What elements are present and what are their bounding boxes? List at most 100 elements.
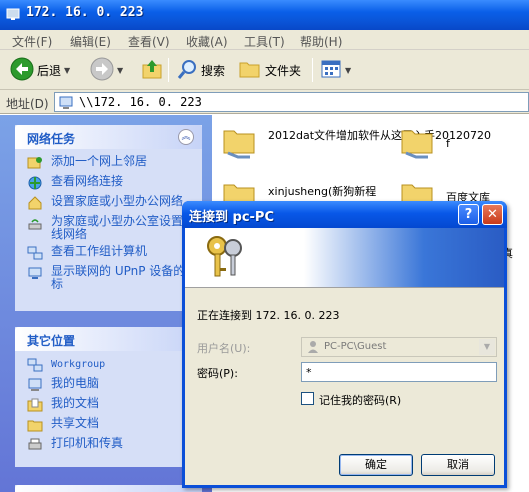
task-label: 设置家庭或小型办公网络 bbox=[51, 194, 184, 208]
forward-dropdown-icon[interactable]: ▼ bbox=[117, 66, 123, 75]
my-documents-icon bbox=[27, 397, 43, 416]
ok-button[interactable]: 确定 bbox=[339, 454, 413, 476]
folders-label: 文件夹 bbox=[265, 63, 302, 78]
workgroup-computers-icon bbox=[27, 245, 43, 264]
dialog-banner bbox=[185, 228, 504, 288]
dialog-titlebar[interactable]: 连接到 pc-PC ? ✕ bbox=[182, 201, 507, 228]
username-label: 用户名(U): bbox=[197, 342, 251, 355]
address-bar: 地址(D) \\172. 16. 0. 223 bbox=[0, 90, 529, 114]
task-label: 添加一个网上邻居 bbox=[51, 154, 148, 168]
remember-password-checkbox[interactable] bbox=[301, 392, 314, 405]
network-tasks-header[interactable]: 网络任务 ︽ bbox=[15, 125, 202, 149]
details-header[interactable] bbox=[15, 485, 202, 492]
menu-file[interactable]: 文件(F) bbox=[12, 33, 52, 50]
forward-button[interactable]: ▼ bbox=[90, 56, 123, 84]
task-show-upnp[interactable]: 显示联网的 UPnP 设备的图标 bbox=[25, 265, 202, 291]
up-folder-button[interactable] bbox=[140, 56, 164, 84]
address-label: 地址(D) bbox=[6, 97, 49, 111]
folder-icon bbox=[238, 58, 262, 83]
back-label: 后退 bbox=[37, 63, 62, 78]
address-input[interactable]: \\172. 16. 0. 223 bbox=[54, 92, 529, 112]
menu-favorites[interactable]: 收藏(A) bbox=[186, 33, 228, 50]
place-shared-documents[interactable]: 共享文档 bbox=[25, 417, 202, 433]
folders-button[interactable]: 文件夹 bbox=[238, 56, 301, 84]
task-view-connections[interactable]: 查看网络连接 bbox=[25, 175, 202, 191]
network-tasks-title: 网络任务 bbox=[27, 132, 76, 146]
password-label: 密码(P): bbox=[197, 367, 238, 380]
place-printers[interactable]: 打印机和传真 bbox=[25, 437, 202, 453]
keys-icon bbox=[203, 234, 247, 283]
home-network-icon bbox=[27, 195, 43, 214]
task-add-network-place[interactable]: 添加一个网上邻居 bbox=[25, 155, 202, 171]
place-label: 我的文档 bbox=[51, 396, 100, 410]
my-computer-icon bbox=[27, 377, 43, 396]
views-icon bbox=[320, 58, 342, 83]
menu-bar: 文件(F) 编辑(E) 查看(V) 收藏(A) 工具(T) 帮助(H) bbox=[0, 30, 529, 50]
username-value: PC-PC\Guest bbox=[324, 341, 387, 352]
network-tasks-panel: 网络任务 ︽ 添加一个网上邻居 查看网络连接 设置家庭或小型办公网络 为家庭或小… bbox=[15, 125, 202, 311]
place-label: 我的电脑 bbox=[51, 376, 100, 390]
place-label: 打印机和传真 bbox=[51, 436, 124, 450]
shared-folder-icon bbox=[27, 417, 43, 436]
connect-dialog: 连接到 pc-PC ? ✕ 正在连接到 172. 16. 0. 223 用户名(… bbox=[182, 201, 507, 488]
password-value: * bbox=[306, 366, 312, 379]
toolbar: 后退 ▼ ▼ 搜索 文件夹 ▼ bbox=[0, 50, 529, 90]
password-field[interactable]: * bbox=[301, 362, 497, 382]
wireless-icon bbox=[27, 215, 43, 234]
address-value: \\172. 16. 0. 223 bbox=[79, 95, 202, 109]
menu-help[interactable]: 帮助(H) bbox=[300, 33, 342, 50]
views-dropdown-icon[interactable]: ▼ bbox=[345, 66, 351, 75]
toolbar-separator bbox=[312, 58, 313, 82]
upnp-device-icon bbox=[27, 265, 43, 284]
shared-folder-item[interactable]: f bbox=[400, 123, 450, 164]
task-setup-home-network[interactable]: 设置家庭或小型办公网络 bbox=[25, 195, 202, 211]
back-arrow-icon bbox=[10, 57, 34, 84]
back-dropdown-icon[interactable]: ▼ bbox=[64, 66, 70, 75]
window-title: 172. 16. 0. 223 bbox=[26, 5, 144, 20]
task-view-workgroup[interactable]: 查看工作组计算机 bbox=[25, 245, 202, 261]
remember-password-label[interactable]: 记住我的密码(R) bbox=[319, 392, 401, 408]
place-my-documents[interactable]: 我的文档 bbox=[25, 397, 202, 413]
network-globe-icon bbox=[27, 175, 43, 194]
task-label: 为家庭或小型办公室设置无线网络 bbox=[51, 214, 196, 241]
shared-folder-icon bbox=[222, 130, 258, 164]
up-folder-icon bbox=[140, 57, 164, 84]
details-panel bbox=[15, 485, 202, 492]
chevron-down-icon[interactable]: ▼ bbox=[479, 339, 495, 355]
task-label: 查看工作组计算机 bbox=[51, 244, 148, 258]
back-button[interactable]: 后退 ▼ bbox=[10, 56, 70, 84]
task-label: 显示联网的 UPnP 设备的图标 bbox=[51, 264, 198, 291]
workgroup-icon bbox=[27, 357, 43, 376]
collapse-chevron-icon[interactable]: ︽ bbox=[178, 129, 194, 145]
user-icon bbox=[306, 340, 320, 357]
shared-folder-icon bbox=[400, 130, 436, 164]
network-computer-icon bbox=[59, 95, 75, 114]
menu-tools[interactable]: 工具(T) bbox=[244, 33, 285, 50]
search-button[interactable]: 搜索 bbox=[176, 56, 225, 84]
username-combobox[interactable]: PC-PC\Guest ▼ bbox=[301, 337, 497, 357]
close-button[interactable]: ✕ bbox=[482, 204, 503, 225]
views-button[interactable]: ▼ bbox=[320, 56, 351, 84]
place-workgroup[interactable]: Workgroup bbox=[25, 357, 202, 373]
search-icon bbox=[176, 58, 198, 83]
task-pane: 网络任务 ︽ 添加一个网上邻居 查看网络连接 设置家庭或小型办公网络 为家庭或小… bbox=[0, 115, 212, 492]
banner-stripe bbox=[304, 228, 504, 287]
other-places-title: 其它位置 bbox=[27, 334, 76, 348]
forward-arrow-icon bbox=[90, 57, 114, 84]
place-label: Workgroup bbox=[51, 359, 106, 370]
folder-name: 2012dat文件增加软件从这里入手20120720 bbox=[268, 129, 492, 142]
menu-edit[interactable]: 编辑(E) bbox=[70, 33, 111, 50]
folder-name: xinjusheng(新狗新程 bbox=[268, 185, 377, 198]
help-button[interactable]: ? bbox=[458, 204, 479, 225]
menu-view[interactable]: 查看(V) bbox=[128, 33, 170, 50]
printer-icon bbox=[27, 437, 43, 456]
window-titlebar[interactable]: 172. 16. 0. 223 bbox=[0, 0, 529, 30]
search-label: 搜索 bbox=[201, 63, 226, 78]
cancel-button[interactable]: 取消 bbox=[421, 454, 495, 476]
place-my-computer[interactable]: 我的电脑 bbox=[25, 377, 202, 393]
toolbar-separator bbox=[168, 58, 169, 82]
shared-folder-item[interactable]: 2012dat文件增加软件从这里入手20120720 bbox=[222, 123, 491, 164]
task-setup-wireless[interactable]: 为家庭或小型办公室设置无线网络 bbox=[25, 215, 202, 241]
dialog-title: 连接到 pc-PC bbox=[189, 210, 275, 225]
other-places-header[interactable]: 其它位置 bbox=[15, 327, 202, 351]
